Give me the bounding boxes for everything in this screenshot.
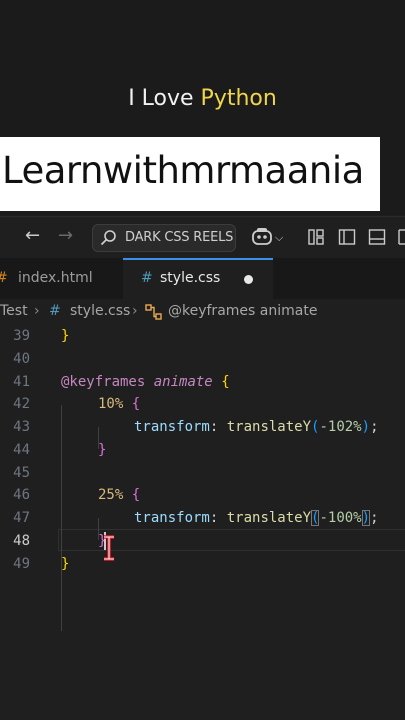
function: translateY [226, 419, 312, 435]
toggle-sidebar-icon[interactable] [338, 228, 356, 246]
layout-controls-icon[interactable] [307, 228, 325, 246]
line-number: 41 [13, 374, 30, 390]
keyword: @keyframes [61, 374, 146, 390]
forward-arrow-icon[interactable]: → [58, 227, 73, 245]
tab-index-html[interactable]: # index.html [0, 258, 122, 299]
editor-tab-bar: # index.html # style.css [0, 258, 405, 299]
code-line-43: transform: translateY(-102%); [134, 419, 379, 435]
colon: : [209, 510, 219, 526]
title-bar: ← → DARK CSS REELS ⌵ [0, 216, 405, 258]
tab-label: style.css [160, 270, 221, 286]
paren: ) [361, 510, 371, 526]
code-line-47: transform: translateY(-100%); [134, 510, 379, 526]
semicolon: ; [370, 419, 379, 435]
value: -102% [319, 419, 362, 435]
breadcrumb-separator-icon: › [132, 303, 138, 319]
line-number: 39 [13, 328, 30, 344]
breadcrumb-separator-icon: › [34, 303, 40, 319]
tab-style-css[interactable]: # style.css [123, 258, 273, 299]
paren: ) [361, 419, 371, 435]
breadcrumb: Test › # style.css › @keyframes animate [0, 299, 405, 325]
brace: { [131, 396, 141, 412]
video-overlay: I Love Python Learnwithmrmaania [0, 0, 405, 215]
toggle-panel-icon[interactable] [368, 228, 386, 246]
breadcrumb-file[interactable]: style.css [70, 303, 130, 319]
line-number: 44 [13, 442, 30, 458]
code-line-42: 10% { [98, 396, 140, 412]
caption-highlight: Python [200, 86, 277, 111]
caption: I Love Python [0, 86, 405, 111]
function: translateY [226, 510, 312, 526]
line-number: 46 [13, 487, 30, 503]
tab-label: index.html [18, 270, 93, 286]
code-line-39: } [61, 328, 69, 344]
property: transform [134, 419, 210, 435]
line-number: 43 [13, 419, 30, 435]
property: transform [134, 510, 210, 526]
keyframe-selector: 25% [98, 487, 124, 503]
code-line-49: } [61, 556, 69, 572]
symbol-icon [145, 304, 162, 320]
html-file-icon: # [0, 270, 8, 286]
toggle-secondary-sidebar-icon[interactable] [397, 228, 405, 246]
colon: : [209, 419, 219, 435]
brace: } [61, 556, 70, 572]
value: -100% [319, 510, 362, 526]
channel-banner: Learnwithmrmaania [0, 137, 380, 211]
animation-name: animate [153, 374, 213, 390]
code-line-41: @keyframes animate { [61, 374, 230, 390]
keyframe-selector: 10% [98, 396, 124, 412]
channel-name: Learnwithmrmaania [2, 149, 364, 192]
brace: { [131, 487, 141, 503]
semicolon: ; [370, 510, 379, 526]
command-center-search[interactable]: DARK CSS REELS [92, 224, 236, 252]
css-file-icon: # [49, 303, 61, 319]
brace: } [61, 328, 70, 344]
breadcrumb-symbol[interactable]: @keyframes animate [168, 303, 317, 319]
code-line-46: 25% { [98, 487, 140, 503]
back-arrow-icon[interactable]: ← [25, 227, 40, 245]
breadcrumb-folder[interactable]: Test [0, 303, 28, 319]
line-number-active: 48 [13, 533, 30, 549]
line-number: 42 [13, 396, 30, 412]
line-number: 49 [13, 556, 30, 572]
caption-prefix: I Love [128, 86, 201, 111]
unsaved-dot-icon[interactable] [244, 275, 253, 284]
brace: { [221, 374, 230, 390]
copilot-icon[interactable] [251, 227, 273, 247]
line-number: 45 [13, 465, 30, 481]
brace: } [98, 442, 107, 458]
search-text: DARK CSS REELS [125, 230, 234, 245]
indent-guide [61, 405, 62, 631]
line-number: 47 [13, 510, 30, 526]
chevron-down-icon[interactable]: ⌵ [275, 229, 283, 247]
code-line-44: } [98, 442, 106, 458]
line-number: 40 [13, 351, 30, 367]
text-select-cursor-icon [104, 535, 114, 561]
code-editor[interactable]: 39 40 41 42 43 44 45 46 47 48 49 } @keyf… [0, 325, 405, 720]
search-icon [100, 230, 116, 246]
css-file-icon: # [141, 270, 153, 286]
